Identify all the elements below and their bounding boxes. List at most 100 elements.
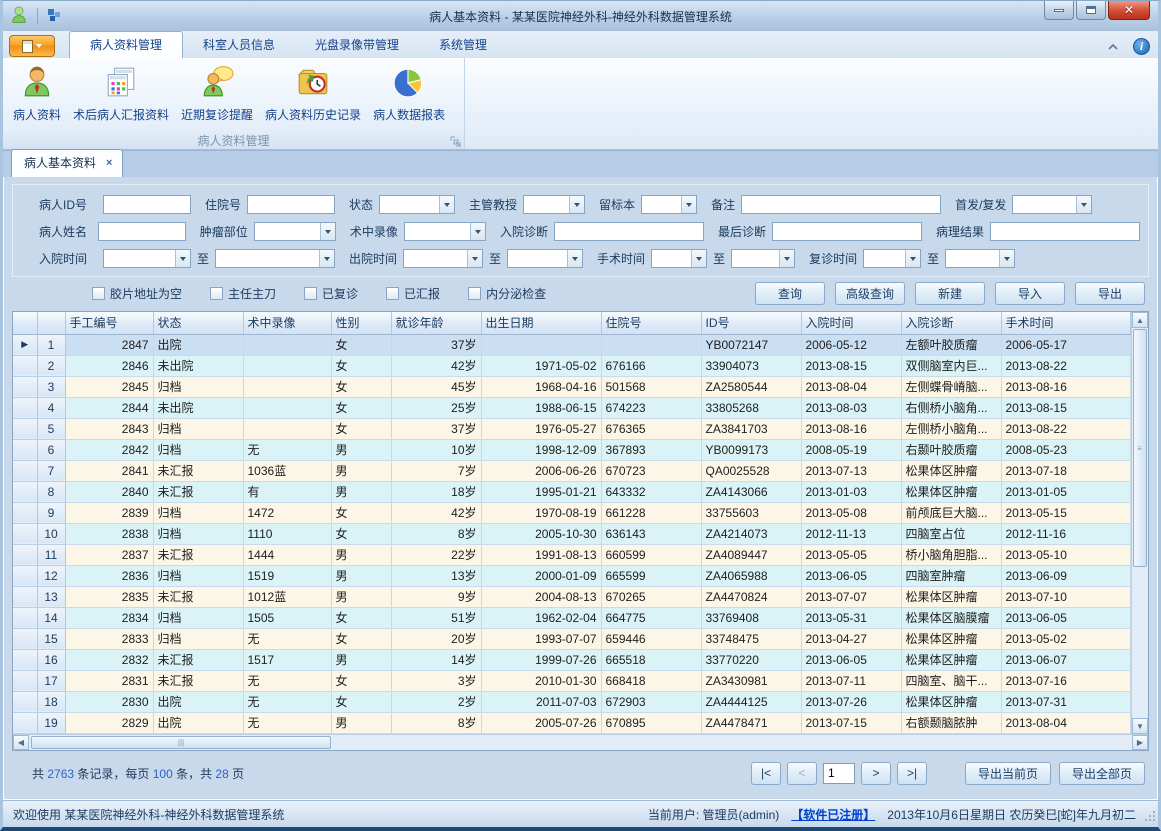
grid-cell[interactable]: 男 [331, 544, 391, 565]
grid-cell[interactable]: 2006-05-12 [801, 334, 901, 355]
grid-cell[interactable]: 女 [331, 334, 391, 355]
grid-cell[interactable]: 未汇报 [153, 481, 243, 502]
grid-cell[interactable]: ZA4470824 [701, 586, 801, 607]
grid-cell[interactable]: 2011-07-03 [481, 691, 601, 712]
grid-cell[interactable]: 女 [331, 355, 391, 376]
grid-cell[interactable]: 2013-08-22 [1001, 355, 1131, 376]
grid-cell[interactable]: 桥小脑角胆脂... [901, 544, 1001, 565]
table-row[interactable]: 122836归档1519男13岁2000-01-09665599ZA406598… [13, 565, 1131, 586]
registered-link[interactable]: 【软件已注册】 [791, 806, 875, 823]
row-number[interactable]: 8 [37, 481, 65, 502]
grid-cell[interactable]: 2836 [65, 565, 153, 586]
ribbon-tab-patient-data[interactable]: 病人资料管理 [69, 31, 183, 58]
grid-cell[interactable]: 女 [331, 691, 391, 712]
grid-cell[interactable]: 2013-05-02 [1001, 628, 1131, 649]
row-number[interactable]: 15 [37, 628, 65, 649]
grid-cell[interactable]: 13岁 [391, 565, 481, 586]
export-current-page-button[interactable]: 导出当前页 [965, 762, 1051, 785]
grid-cell[interactable]: 1505 [243, 607, 331, 628]
grid-cell[interactable] [243, 355, 331, 376]
grid-cell[interactable]: 670265 [601, 586, 701, 607]
ribbon-collapse-button[interactable] [1107, 40, 1119, 54]
grid-cell[interactable]: 2013-08-16 [1001, 376, 1131, 397]
advanced-query-button[interactable]: 高级查询 [835, 282, 905, 305]
table-row[interactable]: 192829出院无男8岁2005-07-26670895ZA4478471201… [13, 712, 1131, 733]
row-number[interactable]: 1 [37, 334, 65, 355]
grid-cell[interactable]: 2013-05-31 [801, 607, 901, 628]
grid-cell[interactable]: ZA4143066 [701, 481, 801, 502]
grid-cell[interactable]: 2843 [65, 418, 153, 439]
grid-cell[interactable]: 无 [243, 628, 331, 649]
table-row[interactable]: ▶12847出院女37岁YB00721472006-05-12左额叶胶质瘤200… [13, 334, 1131, 355]
patient-name-input[interactable] [98, 222, 186, 241]
chevron-down-icon[interactable] [567, 250, 582, 267]
app-menu-button[interactable] [9, 35, 55, 57]
checkbox-endocrine-exam[interactable]: 内分泌检查 [468, 285, 546, 302]
title-bar[interactable]: 病人基本资料 - 某某医院神经外科-神经外科数据管理系统 ✕ [3, 1, 1158, 31]
grid-cell[interactable]: 归档 [153, 502, 243, 523]
professor-combo[interactable] [523, 195, 585, 214]
grid-cell[interactable]: 1991-08-13 [481, 544, 601, 565]
grid-cell[interactable]: ZA3430981 [701, 670, 801, 691]
grid-cell[interactable]: 无 [243, 670, 331, 691]
patient-data-button[interactable]: 病人资料 [7, 62, 67, 126]
revisit-time-from-combo[interactable] [863, 249, 921, 268]
chevron-down-icon[interactable] [691, 250, 706, 267]
last-page-button[interactable]: >| [897, 762, 927, 785]
grid-cell[interactable]: 1976-05-27 [481, 418, 601, 439]
last-diag-input[interactable] [772, 222, 922, 241]
revisit-time-to-combo[interactable] [945, 249, 1015, 268]
col-admission-diag[interactable]: 入院诊断 [901, 312, 1001, 334]
grid-cell[interactable] [243, 418, 331, 439]
grid-cell[interactable]: 2839 [65, 502, 153, 523]
grid-cell[interactable]: 未汇报 [153, 544, 243, 565]
grid-cell[interactable]: 1036蓝 [243, 460, 331, 481]
grid-cell[interactable]: 2835 [65, 586, 153, 607]
grid-cell[interactable]: 501568 [601, 376, 701, 397]
grid-cell[interactable]: 未汇报 [153, 670, 243, 691]
resize-grip[interactable] [1144, 810, 1156, 825]
grid-cell[interactable]: 2844 [65, 397, 153, 418]
grid-cell[interactable]: 1988-06-15 [481, 397, 601, 418]
grid-cell[interactable]: 8岁 [391, 523, 481, 544]
table-row[interactable]: 102838归档1110女8岁2005-10-30636143ZA4214073… [13, 523, 1131, 544]
chevron-down-icon[interactable] [467, 250, 482, 267]
grid-cell[interactable]: 2013-08-16 [801, 418, 901, 439]
row-number[interactable]: 7 [37, 460, 65, 481]
grid-cell[interactable]: 无 [243, 691, 331, 712]
grid-cell[interactable]: 女 [331, 523, 391, 544]
grid-cell[interactable]: 2838 [65, 523, 153, 544]
grid-cell[interactable]: 2840 [65, 481, 153, 502]
grid-cell[interactable]: 2832 [65, 649, 153, 670]
grid-cell[interactable]: 左额叶胶质瘤 [901, 334, 1001, 355]
table-row[interactable]: 42844未出院女25岁1988-06-15674223338052682013… [13, 397, 1131, 418]
grid-cell[interactable]: 2005-07-26 [481, 712, 601, 733]
grid-cell[interactable]: 7岁 [391, 460, 481, 481]
grid-cell[interactable]: 665599 [601, 565, 701, 586]
grid-cell[interactable]: 2013-08-03 [801, 397, 901, 418]
row-selector[interactable] [13, 670, 37, 691]
discharge-time-to-combo[interactable] [507, 249, 583, 268]
table-row[interactable]: 172831未汇报无女3岁2010-01-30668418ZA343098120… [13, 670, 1131, 691]
chevron-down-icon[interactable] [470, 223, 485, 240]
table-row[interactable]: 72841未汇报1036蓝男7岁2006-06-26670723QA002552… [13, 460, 1131, 481]
row-selector[interactable] [13, 712, 37, 733]
checkbox-icon[interactable] [386, 287, 399, 300]
col-surgery-time[interactable]: 手术时间 [1001, 312, 1131, 334]
grid-cell[interactable]: 10岁 [391, 439, 481, 460]
row-selector[interactable] [13, 607, 37, 628]
chevron-down-icon[interactable] [175, 250, 190, 267]
grid-cell[interactable]: 1968-04-16 [481, 376, 601, 397]
table-row[interactable]: 152833归档无女20岁1993-07-0765944633748475201… [13, 628, 1131, 649]
surgery-time-to-combo[interactable] [731, 249, 795, 268]
table-row[interactable]: 62842归档无男10岁1998-12-09367893YB0099173200… [13, 439, 1131, 460]
tumor-site-combo[interactable] [254, 222, 336, 241]
grid-cell[interactable]: 右额颞脑脓肿 [901, 712, 1001, 733]
grid-cell[interactable]: 归档 [153, 565, 243, 586]
admission-time-to-combo[interactable] [215, 249, 335, 268]
grid-cell[interactable]: 出院 [153, 334, 243, 355]
admission-diag-input[interactable] [554, 222, 704, 241]
grid-cell[interactable]: 1444 [243, 544, 331, 565]
row-selector[interactable] [13, 565, 37, 586]
grid-cell[interactable]: 2013-07-13 [801, 460, 901, 481]
